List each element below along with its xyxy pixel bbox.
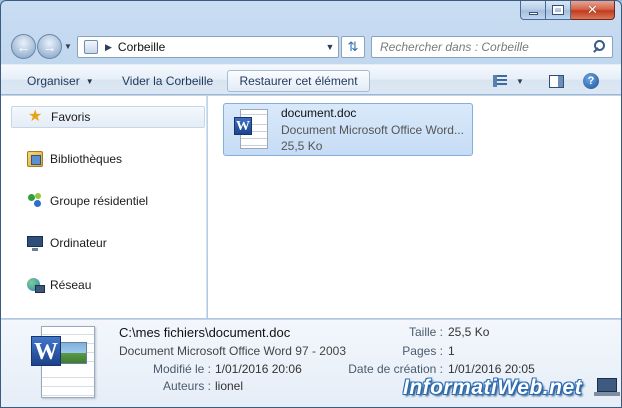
file-name: document.doc bbox=[281, 106, 357, 120]
breadcrumb-current[interactable]: Corbeille bbox=[118, 40, 322, 54]
size-label: Taille : bbox=[408, 325, 443, 339]
empty-recycle-bin-button[interactable]: Vider la Corbeille bbox=[114, 70, 221, 92]
explorer-window: ✕ ← → ▼ ▶ Corbeille ▼ ⇅ Rechercher dans … bbox=[0, 0, 622, 408]
modified-label: Modifié le : bbox=[152, 362, 211, 376]
size-value: 25,5 Ko bbox=[448, 325, 490, 339]
file-type: Document Microsoft Office Word... bbox=[281, 123, 464, 137]
change-view-button[interactable] bbox=[493, 73, 509, 89]
preview-pane-icon bbox=[549, 74, 564, 88]
pages-label: Pages : bbox=[402, 344, 443, 358]
word-document-large-icon: W bbox=[27, 326, 97, 400]
close-icon: ✕ bbox=[587, 2, 598, 17]
back-arrow-icon: ← bbox=[16, 38, 31, 55]
details-file-path: C:\mes fichiers\document.doc bbox=[119, 325, 291, 340]
forward-arrow-icon: → bbox=[42, 38, 57, 55]
created-label: Date de création : bbox=[348, 362, 443, 376]
breadcrumb-separator-icon[interactable]: ▶ bbox=[105, 42, 112, 53]
word-document-icon: W bbox=[234, 109, 272, 151]
file-item-selected[interactable]: W document.doc Document Microsoft Office… bbox=[223, 103, 473, 156]
recent-pages-dropdown[interactable]: ▼ bbox=[64, 42, 74, 52]
details-pane: W C:\mes fichiers\document.doc Document … bbox=[1, 319, 621, 407]
modified-value: 1/01/2016 20:06 bbox=[215, 362, 302, 376]
caption-buttons: ✕ bbox=[520, 1, 615, 20]
restore-item-button[interactable]: Restaurer cet élément bbox=[227, 70, 370, 92]
file-size: 25,5 Ko bbox=[281, 139, 323, 153]
back-button[interactable]: ← bbox=[11, 34, 36, 59]
sidebar-item-label: Ordinateur bbox=[50, 236, 107, 250]
refresh-button[interactable]: ⇅ bbox=[341, 36, 365, 58]
sidebar-item-label: Favoris bbox=[51, 110, 91, 124]
sidebar-item-label: Groupe résidentiel bbox=[50, 194, 149, 208]
help-button[interactable]: ? bbox=[583, 73, 599, 89]
computer-icon bbox=[27, 235, 43, 251]
view-options-dropdown[interactable]: ▼ bbox=[516, 73, 524, 89]
search-box[interactable]: Rechercher dans : Corbeille bbox=[371, 36, 613, 58]
authors-value: lionel bbox=[215, 379, 244, 393]
help-icon: ? bbox=[587, 75, 595, 87]
navigation-bar: ← → ▼ ▶ Corbeille ▼ ⇅ Rechercher dans : … bbox=[1, 30, 621, 64]
maximize-icon bbox=[552, 5, 564, 15]
chevron-down-icon: ▼ bbox=[85, 76, 94, 86]
network-icon bbox=[27, 277, 45, 293]
sidebar-item-computer[interactable]: Ordinateur bbox=[11, 232, 205, 254]
sidebar-item-network[interactable]: Réseau bbox=[11, 274, 205, 296]
navigation-pane: ★ Favoris Bibliothèques Groupe résidenti… bbox=[1, 96, 207, 318]
search-input[interactable]: Rechercher dans : Corbeille bbox=[372, 40, 590, 54]
details-view-icon bbox=[493, 75, 507, 87]
close-button[interactable]: ✕ bbox=[571, 1, 615, 20]
sidebar-item-favorites[interactable]: ★ Favoris bbox=[11, 106, 205, 128]
sidebar-item-label: Bibliothèques bbox=[50, 152, 123, 166]
minimize-button[interactable] bbox=[520, 1, 546, 20]
address-bar[interactable]: ▶ Corbeille ▼ bbox=[77, 36, 339, 58]
created-value: 1/01/2016 20:05 bbox=[448, 362, 535, 376]
sidebar-item-label: Réseau bbox=[50, 278, 92, 292]
homegroup-icon bbox=[27, 193, 43, 209]
organize-label: Organiser bbox=[27, 74, 80, 88]
star-icon: ★ bbox=[28, 108, 43, 125]
organize-menu-button[interactable]: Organiser ▼ bbox=[19, 70, 102, 92]
laptop-logo-icon bbox=[594, 378, 620, 396]
recycle-bin-icon bbox=[84, 40, 98, 54]
minimize-icon bbox=[528, 11, 538, 15]
command-bar: Organiser ▼ Vider la Corbeille Restaurer … bbox=[1, 64, 621, 95]
authors-label: Auteurs : bbox=[162, 379, 211, 393]
sidebar-item-libraries[interactable]: Bibliothèques bbox=[11, 148, 205, 170]
address-dropdown-icon[interactable]: ▼ bbox=[322, 42, 338, 52]
pages-value: 1 bbox=[448, 344, 455, 358]
maximize-button[interactable] bbox=[546, 1, 571, 20]
forward-button[interactable]: → bbox=[37, 34, 62, 59]
search-icon[interactable] bbox=[590, 38, 608, 56]
watermark-logo: InformatiWeb.net bbox=[403, 376, 583, 399]
sidebar-item-homegroup[interactable]: Groupe résidentiel bbox=[11, 190, 205, 212]
library-icon bbox=[27, 151, 43, 167]
preview-pane-button[interactable] bbox=[549, 73, 565, 89]
details-file-type: Document Microsoft Office Word 97 - 2003 bbox=[119, 344, 346, 358]
refresh-icon: ⇅ bbox=[347, 39, 359, 54]
